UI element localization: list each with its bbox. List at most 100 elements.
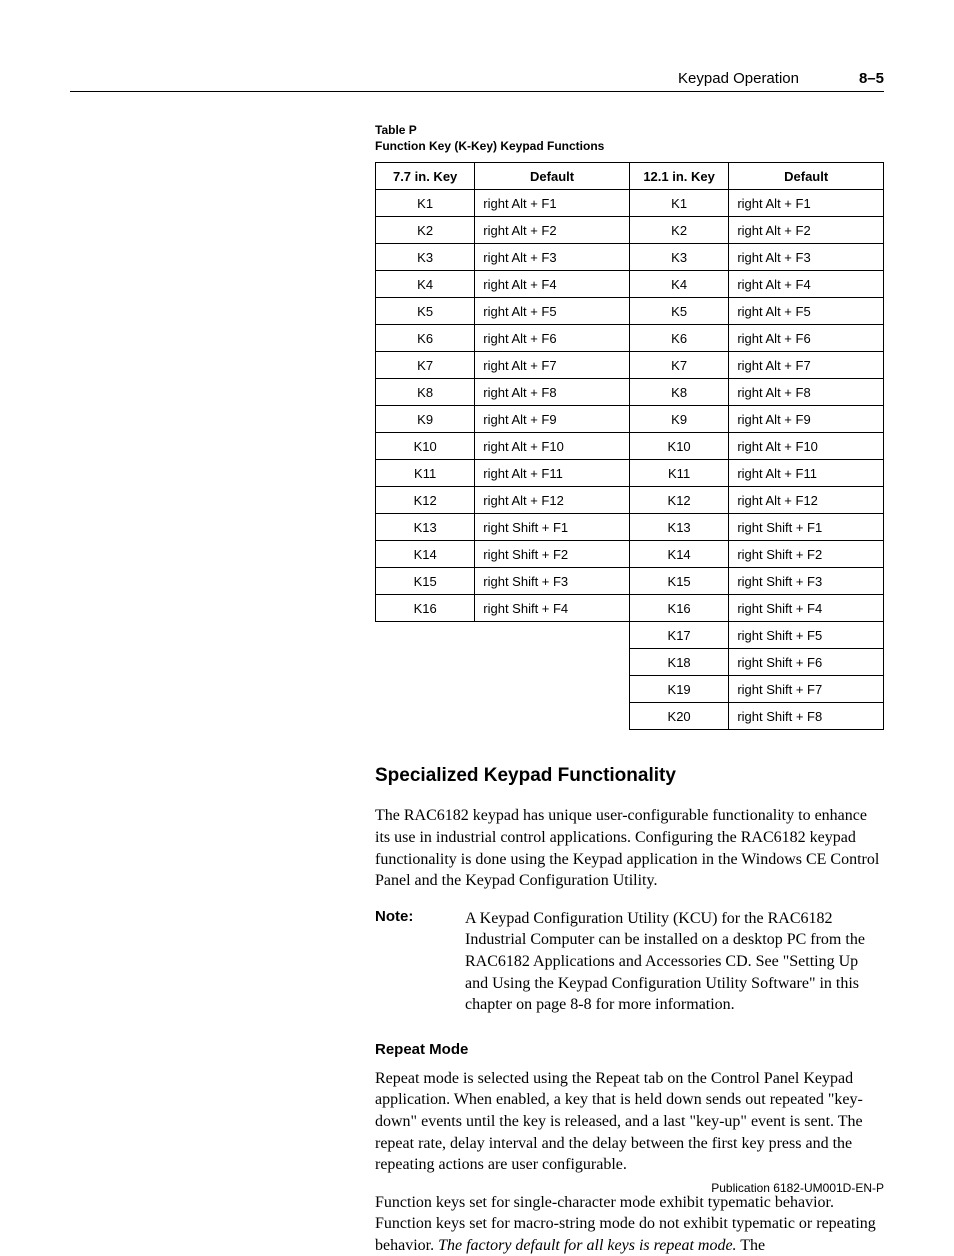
key-cell: K13 (376, 514, 475, 541)
table-row: K18right Shift + F6 (376, 649, 884, 676)
key-cell: K16 (376, 595, 475, 622)
default-cell: right Alt + F6 (475, 325, 630, 352)
italic-run: The factory default for all keys is repe… (438, 1237, 736, 1254)
note-text: A Keypad Configuration Utility (KCU) for… (465, 908, 884, 1016)
key-cell (376, 622, 475, 649)
key-cell: K3 (629, 244, 728, 271)
default-cell: right Alt + F12 (475, 487, 630, 514)
default-cell (475, 676, 630, 703)
default-cell: right Alt + F2 (475, 217, 630, 244)
caption-line2: Function Key (K-Key) Keypad Functions (375, 139, 604, 153)
col-header: 12.1 in. Key (629, 163, 728, 190)
key-cell: K15 (629, 568, 728, 595)
paragraph: The RAC6182 keypad has unique user-confi… (375, 805, 884, 891)
default-cell: right Alt + F4 (475, 271, 630, 298)
default-cell: right Shift + F7 (729, 676, 884, 703)
table-row: K3right Alt + F3K3right Alt + F3 (376, 244, 884, 271)
key-cell: K3 (376, 244, 475, 271)
default-cell: right Shift + F3 (475, 568, 630, 595)
table-row: K7right Alt + F7K7right Alt + F7 (376, 352, 884, 379)
paragraph: Function keys set for single-character m… (375, 1192, 884, 1256)
key-cell: K1 (376, 190, 475, 217)
key-cell: K20 (629, 703, 728, 730)
default-cell: right Alt + F5 (729, 298, 884, 325)
default-cell: right Shift + F1 (729, 514, 884, 541)
table-row: K9right Alt + F9K9right Alt + F9 (376, 406, 884, 433)
key-cell: K12 (629, 487, 728, 514)
default-cell: right Alt + F2 (729, 217, 884, 244)
default-cell: right Alt + F4 (729, 271, 884, 298)
default-cell: right Shift + F1 (475, 514, 630, 541)
table-row: K17right Shift + F5 (376, 622, 884, 649)
default-cell: right Shift + F2 (729, 541, 884, 568)
default-cell: right Alt + F12 (729, 487, 884, 514)
default-cell: right Shift + F4 (475, 595, 630, 622)
key-cell: K14 (629, 541, 728, 568)
default-cell: right Alt + F11 (729, 460, 884, 487)
key-cell: K2 (376, 217, 475, 244)
key-cell: K6 (629, 325, 728, 352)
default-cell: right Shift + F3 (729, 568, 884, 595)
default-cell: right Alt + F5 (475, 298, 630, 325)
header-title: Keypad Operation (678, 70, 799, 87)
key-cell: K1 (629, 190, 728, 217)
default-cell: right Alt + F7 (475, 352, 630, 379)
table-row: K13right Shift + F1K13right Shift + F1 (376, 514, 884, 541)
key-cell: K7 (629, 352, 728, 379)
key-cell: K6 (376, 325, 475, 352)
key-cell: K9 (376, 406, 475, 433)
default-cell: right Alt + F11 (475, 460, 630, 487)
default-cell (475, 703, 630, 730)
key-cell: K19 (629, 676, 728, 703)
table-row: K19right Shift + F7 (376, 676, 884, 703)
table-row: K15right Shift + F3K15right Shift + F3 (376, 568, 884, 595)
table-row: K11right Alt + F11K11right Alt + F11 (376, 460, 884, 487)
table-row: K20right Shift + F8 (376, 703, 884, 730)
key-cell: K15 (376, 568, 475, 595)
key-cell: K14 (376, 541, 475, 568)
key-cell: K8 (376, 379, 475, 406)
key-cell: K9 (629, 406, 728, 433)
key-cell (376, 649, 475, 676)
note-block: Note: A Keypad Configuration Utility (KC… (375, 908, 884, 1016)
key-cell: K2 (629, 217, 728, 244)
default-cell: right Alt + F6 (729, 325, 884, 352)
subheading: Repeat Mode (375, 1041, 884, 1058)
key-cell: K4 (629, 271, 728, 298)
table-caption: Table P Function Key (K-Key) Keypad Func… (375, 122, 884, 154)
key-cell: K10 (376, 433, 475, 460)
table-row: K16right Shift + F4K16right Shift + F4 (376, 595, 884, 622)
default-cell (475, 622, 630, 649)
key-cell: K7 (376, 352, 475, 379)
key-cell: K5 (629, 298, 728, 325)
default-cell: right Alt + F9 (475, 406, 630, 433)
default-cell: right Alt + F8 (475, 379, 630, 406)
key-cell: K11 (629, 460, 728, 487)
default-cell: right Shift + F6 (729, 649, 884, 676)
text-run: The (737, 1237, 766, 1254)
paragraph: Repeat mode is selected using the Repeat… (375, 1068, 884, 1176)
default-cell: right Alt + F3 (729, 244, 884, 271)
table-row: K4right Alt + F4K4right Alt + F4 (376, 271, 884, 298)
main-content: Table P Function Key (K-Key) Keypad Func… (375, 122, 884, 1256)
col-header: 7.7 in. Key (376, 163, 475, 190)
key-cell: K5 (376, 298, 475, 325)
default-cell: right Shift + F8 (729, 703, 884, 730)
key-cell: K13 (629, 514, 728, 541)
key-cell: K16 (629, 595, 728, 622)
page-header: Keypad Operation 8–5 (70, 70, 884, 92)
key-cell: K4 (376, 271, 475, 298)
key-cell: K18 (629, 649, 728, 676)
default-cell: right Shift + F2 (475, 541, 630, 568)
table-row: K1right Alt + F1K1right Alt + F1 (376, 190, 884, 217)
table-row: K12right Alt + F12K12right Alt + F12 (376, 487, 884, 514)
caption-line1: Table P (375, 123, 417, 137)
default-cell: right Shift + F4 (729, 595, 884, 622)
default-cell: right Shift + F5 (729, 622, 884, 649)
default-cell: right Alt + F10 (475, 433, 630, 460)
col-header: Default (729, 163, 884, 190)
key-cell (376, 703, 475, 730)
table-row: K5right Alt + F5K5right Alt + F5 (376, 298, 884, 325)
key-cell: K11 (376, 460, 475, 487)
key-cell: K17 (629, 622, 728, 649)
